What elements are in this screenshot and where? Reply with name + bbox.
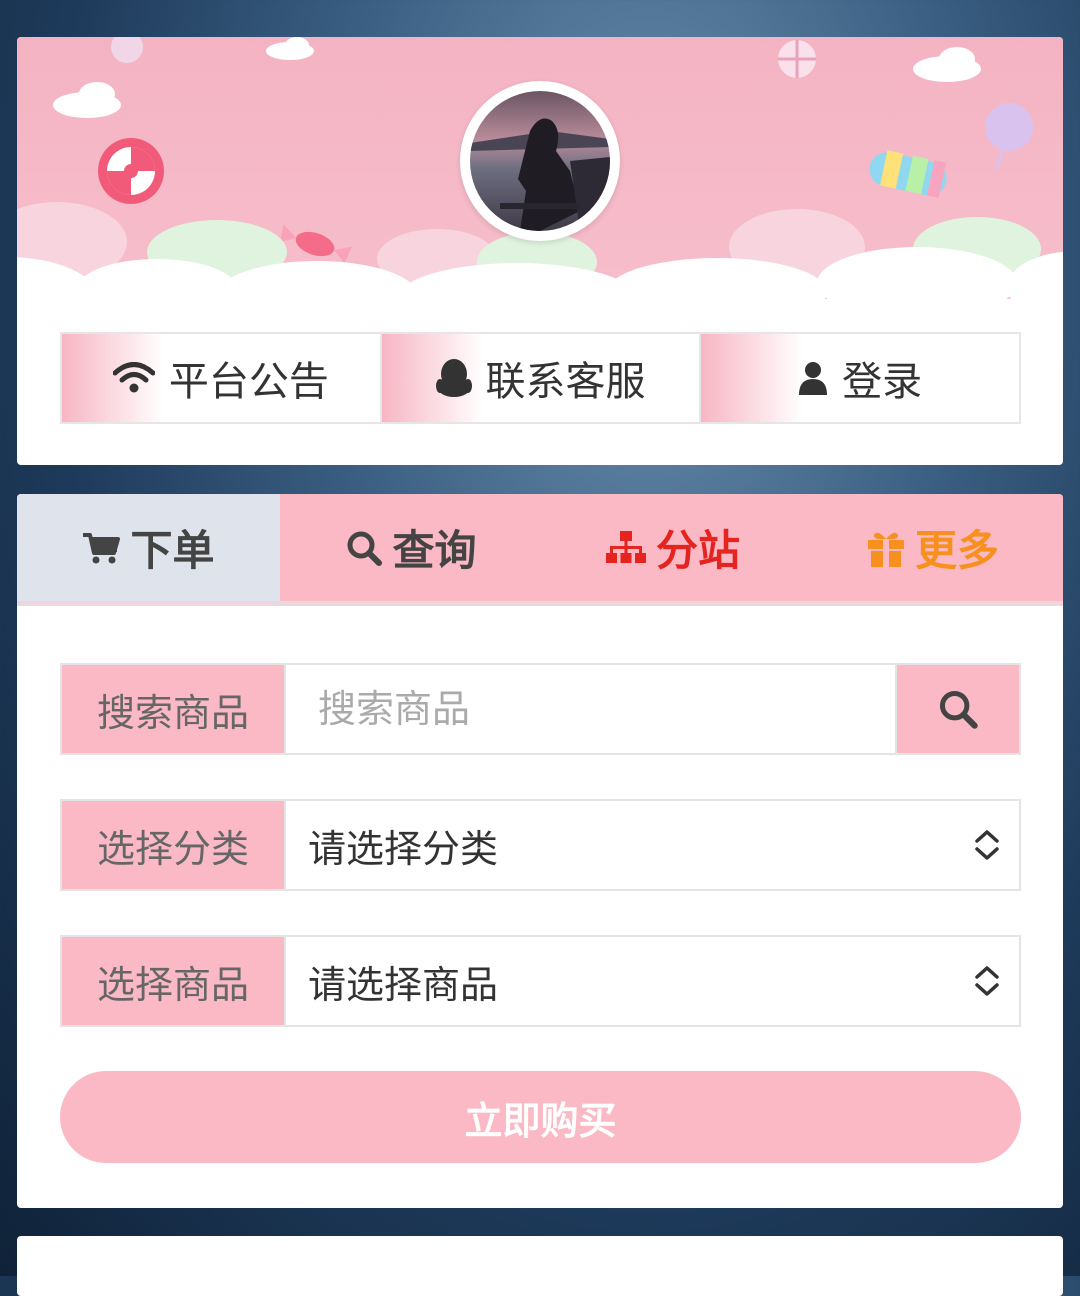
tab-query[interactable]: 查询	[280, 494, 543, 601]
search-label: 搜索商品	[62, 665, 284, 753]
tab-substation-label: 分站	[655, 526, 740, 575]
category-select[interactable]: 请选择分类	[284, 801, 1019, 889]
tab-query-label: 查询	[392, 526, 477, 575]
order-card: 下单 查询 分站 更多 搜索商品 搜索商品 选择分类 请选择分类 选择商品 请选…	[17, 494, 1063, 1208]
sitemap-icon	[605, 530, 646, 563]
avatar-image	[470, 91, 610, 231]
tab-order-label: 下单	[130, 526, 215, 575]
search-icon	[347, 531, 383, 566]
tab-more-label: 更多	[914, 526, 999, 575]
search-input[interactable]	[284, 665, 895, 753]
category-select-value: 请选择分类	[308, 826, 499, 871]
customer-service-button[interactable]: 联系客服	[381, 334, 702, 422]
gift-icon	[867, 532, 904, 567]
search-icon	[939, 690, 978, 729]
product-label: 选择商品	[62, 937, 284, 1025]
tab-more[interactable]: 更多	[803, 494, 1063, 601]
cart-icon	[83, 532, 121, 563]
product-select[interactable]: 请选择商品	[284, 937, 1019, 1025]
header-card: 平台公告 联系客服 登录	[17, 37, 1063, 465]
search-button[interactable]	[895, 665, 1019, 753]
notice-button[interactable]: 平台公告	[62, 334, 382, 422]
product-select-value: 请选择商品	[308, 962, 499, 1007]
customer-service-label: 联系客服	[485, 359, 646, 405]
chevron-updown-icon	[975, 830, 999, 860]
category-label: 选择分类	[62, 801, 284, 889]
category-row: 选择分类 请选择分类	[60, 799, 1021, 891]
product-row: 选择商品 请选择商品	[60, 935, 1021, 1027]
user-icon	[799, 362, 828, 395]
notice-label: 平台公告	[168, 359, 329, 405]
buy-now-button[interactable]: 立即购买	[60, 1071, 1021, 1163]
next-card	[17, 1236, 1063, 1296]
qq-penguin-icon	[435, 359, 472, 397]
search-row: 搜索商品	[60, 663, 1021, 755]
wifi-icon	[112, 362, 155, 393]
tab-order[interactable]: 下单	[17, 494, 280, 601]
login-label: 登录	[842, 359, 923, 405]
tab-bar: 下单 查询 分站 更多	[17, 494, 1063, 606]
chevron-updown-icon	[975, 966, 999, 996]
quick-nav: 平台公告 联系客服 登录	[60, 332, 1021, 424]
login-button[interactable]: 登录	[701, 334, 1020, 422]
avatar	[460, 81, 620, 241]
tab-substation[interactable]: 分站	[543, 494, 803, 601]
